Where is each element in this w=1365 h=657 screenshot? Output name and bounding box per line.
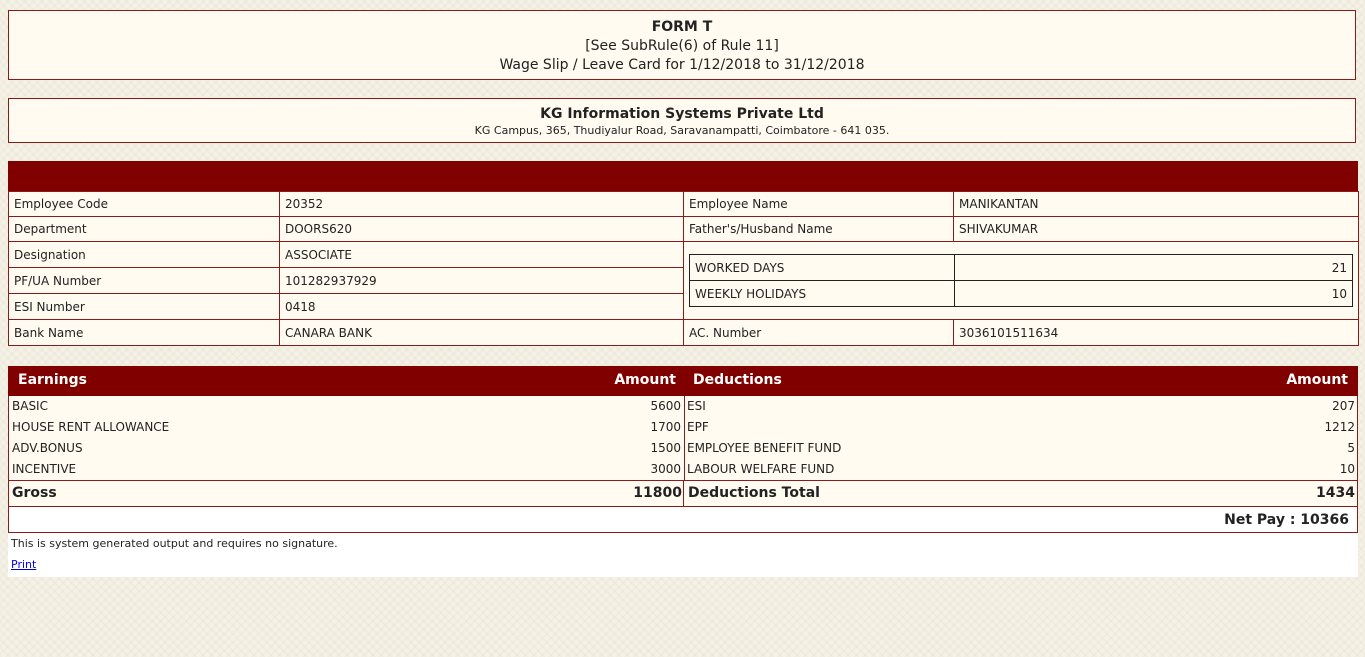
- form-period: Wage Slip / Leave Card for 1/12/2018 to …: [499, 57, 865, 73]
- company-header: KG Information Systems Private Ltd KG Ca…: [8, 98, 1356, 143]
- earning-amount: 1700: [650, 420, 681, 434]
- table-row: WORKED DAYS 21: [689, 254, 1353, 281]
- department-label: Department: [8, 216, 280, 242]
- salary-lines: BASIC 5600 ESI 207 HOUSE RENT ALLOWANCE …: [8, 396, 1358, 480]
- employee-name-value: MANIKANTAN: [953, 191, 1359, 217]
- earnings-amount-heading: Amount: [614, 372, 676, 388]
- deduction-name: ESI: [687, 399, 706, 413]
- attendance-cell: WORKED DAYS 21 WEEKLY HOLIDAYS 10: [683, 241, 1359, 320]
- deductions-total-value: 1434: [1316, 485, 1355, 501]
- salary-header-bar: Earnings Amount Deductions Amount: [8, 366, 1358, 396]
- employee-section-bar: [8, 161, 1358, 191]
- footer: This is system generated output and requ…: [8, 533, 1358, 577]
- pf-number-label: PF/UA Number: [8, 267, 280, 294]
- company-address: KG Campus, 365, Thudiyalur Road, Saravan…: [474, 124, 890, 137]
- earning-name: INCENTIVE: [12, 462, 77, 476]
- deduction-name: EMPLOYEE BENEFIT FUND: [687, 441, 842, 455]
- net-pay-row: Net Pay : 10366: [8, 506, 1358, 533]
- list-item: BASIC 5600 ESI 207: [9, 396, 1357, 417]
- designation-value: ASSOCIATE: [279, 241, 684, 268]
- bank-name-label: Bank Name: [8, 319, 280, 346]
- deduction-name: LABOUR WELFARE FUND: [687, 462, 835, 476]
- worked-days-label: WORKED DAYS: [689, 254, 955, 281]
- list-item: INCENTIVE 3000 LABOUR WELFARE FUND 10: [9, 459, 1357, 480]
- form-title: FORM T: [651, 19, 713, 35]
- list-item: HOUSE RENT ALLOWANCE 1700 EPF 1212: [9, 417, 1357, 438]
- deduction-amount: 5: [1347, 441, 1355, 455]
- employee-code-label: Employee Code: [8, 191, 280, 217]
- esi-number-value: 0418: [279, 293, 684, 320]
- totals-row: Gross 11800 Deductions Total 1434: [8, 480, 1358, 507]
- account-number-label: AC. Number: [683, 319, 954, 346]
- table-row: Department DOORS620 Father's/Husband Nam…: [8, 216, 1359, 242]
- deductions-total-label: Deductions Total: [688, 485, 820, 501]
- weekly-holidays-label: WEEKLY HOLIDAYS: [689, 280, 955, 307]
- bank-name-value: CANARA BANK: [279, 319, 684, 346]
- worked-days-value: 21: [954, 254, 1353, 281]
- account-number-value: 3036101511634: [953, 319, 1359, 346]
- father-name-label: Father's/Husband Name: [683, 216, 954, 242]
- earning-name: BASIC: [12, 399, 48, 413]
- weekly-holidays-value: 10: [954, 280, 1353, 307]
- deductions-amount-heading: Amount: [1286, 372, 1348, 388]
- earning-name: ADV.BONUS: [12, 441, 83, 455]
- designation-label: Designation: [8, 241, 280, 268]
- esi-number-label: ESI Number: [8, 293, 280, 320]
- net-pay: Net Pay : 10366: [1224, 512, 1349, 528]
- department-value: DOORS620: [279, 216, 684, 242]
- system-note: This is system generated output and requ…: [11, 537, 338, 550]
- deduction-amount: 1212: [1324, 420, 1355, 434]
- table-row: Employee Code 20352 Employee Name MANIKA…: [8, 191, 1359, 217]
- deduction-name: EPF: [687, 420, 709, 434]
- deduction-amount: 207: [1332, 399, 1355, 413]
- deductions-heading: Deductions: [693, 372, 782, 388]
- deduction-amount: 10: [1339, 462, 1355, 476]
- wage-slip-page: FORM T [See SubRule(6) of Rule 11] Wage …: [0, 0, 1365, 657]
- form-header: FORM T [See SubRule(6) of Rule 11] Wage …: [8, 10, 1356, 80]
- earnings-heading: Earnings: [18, 372, 88, 388]
- earning-amount: 3000: [650, 462, 681, 476]
- earning-amount: 1500: [650, 441, 681, 455]
- column-divider: [683, 481, 684, 506]
- pf-number-value: 101282937929: [279, 267, 684, 294]
- attendance-table: WORKED DAYS 21 WEEKLY HOLIDAYS 10: [689, 254, 1353, 307]
- form-rule: [See SubRule(6) of Rule 11]: [585, 38, 779, 54]
- print-link[interactable]: Print: [11, 558, 36, 571]
- table-row: Bank Name CANARA BANK AC. Number 3036101…: [8, 319, 1359, 346]
- table-row: Designation ASSOCIATE WORKED DAYS 21 WEE…: [8, 241, 1359, 320]
- earning-name: HOUSE RENT ALLOWANCE: [12, 420, 170, 434]
- company-name: KG Information Systems Private Ltd: [540, 106, 824, 122]
- father-name-value: SHIVAKUMAR: [953, 216, 1359, 242]
- gross-value: 11800: [633, 485, 682, 501]
- table-row: WEEKLY HOLIDAYS 10: [689, 280, 1353, 307]
- employee-details-table: Employee Code 20352 Employee Name MANIKA…: [8, 191, 1359, 346]
- list-item: ADV.BONUS 1500 EMPLOYEE BENEFIT FUND 5: [9, 438, 1357, 459]
- employee-code-value: 20352: [279, 191, 684, 217]
- employee-name-label: Employee Name: [683, 191, 954, 217]
- gross-label: Gross: [12, 485, 57, 501]
- earning-amount: 5600: [650, 399, 681, 413]
